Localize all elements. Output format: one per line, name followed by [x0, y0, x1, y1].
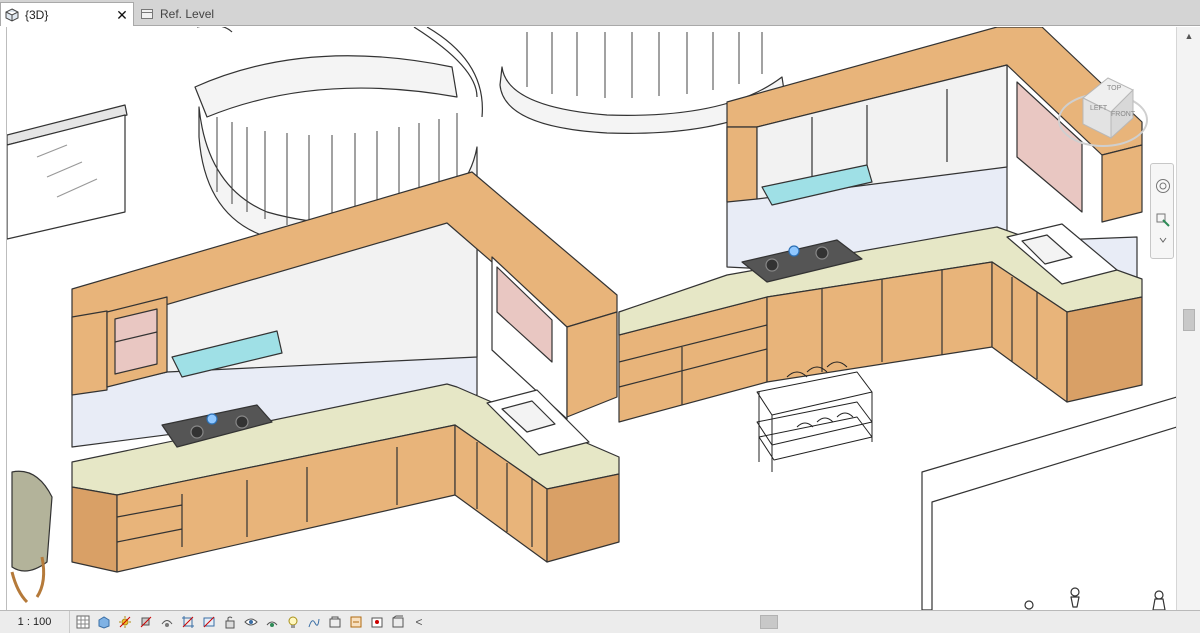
render-icon[interactable] [159, 614, 175, 630]
visual-style-icon[interactable] [96, 614, 112, 630]
tab-label: {3D} [25, 7, 49, 22]
tab-label: Ref. Level [160, 7, 215, 21]
viewcube-left-label: LEFT [1090, 105, 1108, 112]
kitchen-3d-model [7, 27, 1176, 610]
vertical-scrollbar[interactable]: ▲ [1176, 27, 1200, 610]
sun-path-icon[interactable] [117, 614, 133, 630]
horizontal-scrollbar[interactable] [380, 615, 1170, 629]
highlight-displacement-icon[interactable] [306, 614, 322, 630]
worksharing-icon[interactable] [327, 614, 343, 630]
analysis-display-icon[interactable] [285, 614, 301, 630]
shadows-icon[interactable] [138, 614, 154, 630]
tab-ref-level[interactable]: Ref. Level [136, 2, 276, 26]
plan-view-icon [136, 4, 158, 24]
3d-cube-icon [1, 5, 23, 25]
scale-selector[interactable]: 1 : 100 [0, 611, 70, 633]
chevron-down-icon[interactable] [1153, 230, 1173, 250]
view-tab-bar: {3D} ✕ Ref. Level [0, 0, 1200, 26]
zoom-region-icon[interactable] [1153, 210, 1173, 230]
navigation-bar [1150, 163, 1174, 259]
3d-model-viewport[interactable]: TOP LEFT FRONT [6, 27, 1176, 610]
view-cube[interactable]: TOP LEFT FRONT [1053, 68, 1153, 152]
dining-chair [10, 470, 53, 604]
crop-view-icon[interactable] [180, 614, 196, 630]
detail-level-icon[interactable] [75, 614, 91, 630]
revit-3d-view-window: {3D} ✕ Ref. Level TOP LEFT FRONT ▲ 1: 1… [0, 0, 1200, 633]
steering-wheel-icon[interactable] [1153, 176, 1173, 196]
show-crop-icon[interactable] [201, 614, 217, 630]
viewcube-front-label: FRONT [1111, 111, 1136, 118]
temporary-hide-icon[interactable] [243, 614, 259, 630]
reveal-hidden-icon[interactable] [264, 614, 280, 630]
vertical-scroll-thumb[interactable] [1183, 309, 1195, 331]
scroll-up-icon[interactable]: ▲ [1181, 29, 1197, 43]
close-icon[interactable]: ✕ [115, 8, 129, 22]
reveal-constraints-icon[interactable] [348, 614, 364, 630]
unlock-3d-icon[interactable] [222, 614, 238, 630]
scale-figures [1024, 587, 1166, 610]
horizontal-scroll-thumb[interactable] [760, 615, 778, 629]
tab-3d[interactable]: {3D} ✕ [0, 2, 134, 26]
view-control-bar: 1 : 100 < [0, 610, 1200, 633]
glass-railing-panel [7, 104, 128, 240]
viewcube-top-label: TOP [1107, 85, 1122, 92]
